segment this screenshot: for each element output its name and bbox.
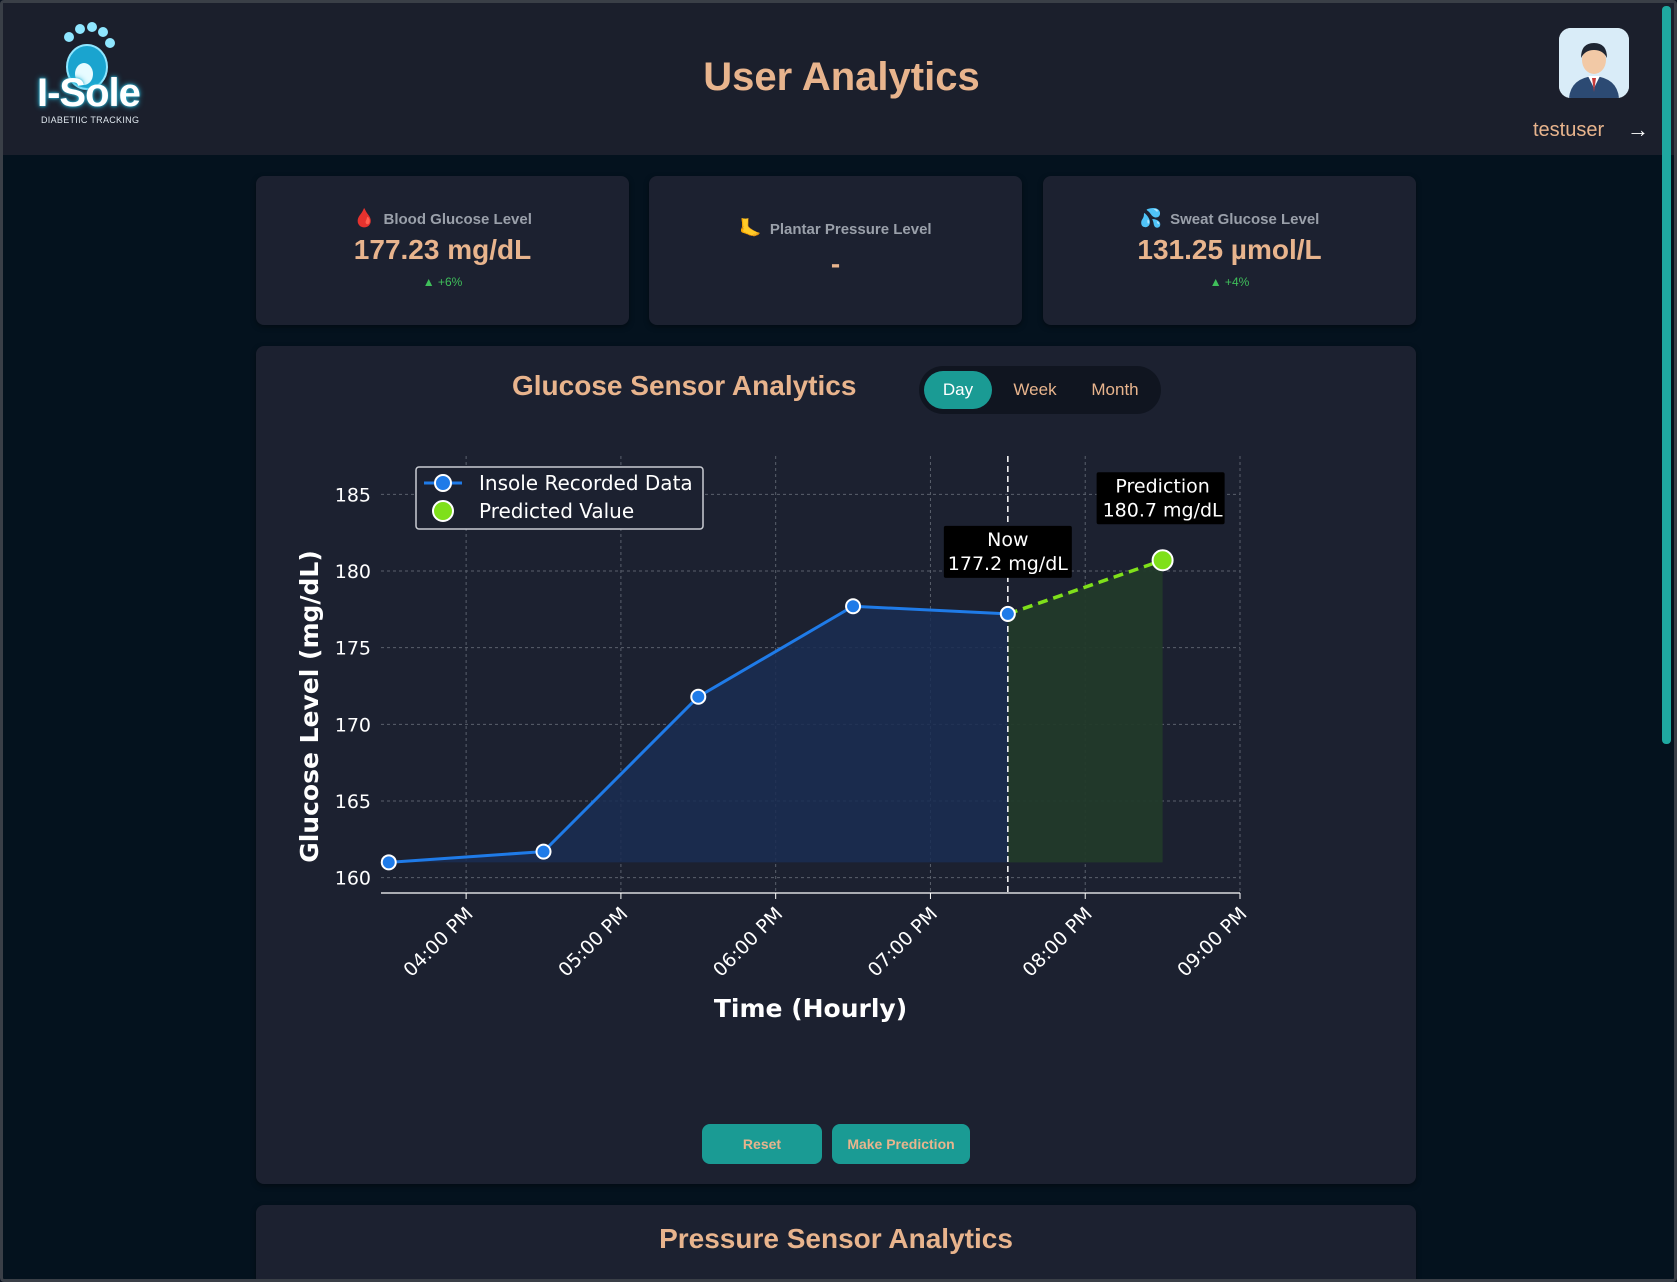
x-tick-label: 06:00 PM: [709, 903, 787, 981]
y-tick-label: 165: [335, 791, 371, 813]
period-toggle: Day Week Month: [919, 366, 1161, 414]
stat-label-sweat-glucose: 💦 Sweat Glucose Level: [1043, 208, 1416, 229]
annotation-text: 177.2 mg/dL: [948, 553, 1068, 575]
section-title-glucose: Glucose Sensor Analytics: [512, 370, 857, 401]
recorded-data-point: [999, 605, 1016, 622]
y-tick-label: 160: [335, 868, 371, 890]
page-title: User Analytics: [703, 55, 980, 99]
x-axis-label: Time (Hourly): [714, 994, 907, 1023]
recorded-data-point: [380, 854, 397, 871]
legend-label-predicted: Predicted Value: [479, 499, 634, 523]
recorded-area-fill: [388, 606, 1008, 863]
sweat-drops-icon: 💦: [1139, 208, 1163, 228]
header: I-Sole DIABETIIC TRACKING User Analytics…: [3, 3, 1674, 155]
x-tick-label: 05:00 PM: [554, 903, 632, 981]
tab-day[interactable]: Day: [924, 371, 992, 409]
legend-marker-predicted: [432, 500, 454, 522]
logo-subtitle: DIABETIIC TRACKING: [41, 115, 140, 125]
stat-change-sweat-glucose: ▲ +4%: [1209, 275, 1250, 289]
stat-label-text: Plantar Pressure Level: [769, 221, 932, 238]
recorded-data-point: [690, 688, 707, 705]
user-avatar-icon: [1559, 28, 1629, 98]
x-tick-label: 08:00 PM: [1019, 903, 1097, 981]
username: testuser: [1533, 119, 1605, 141]
stat-label-text: Blood Glucose Level: [383, 211, 532, 228]
tab-week[interactable]: Week: [999, 371, 1071, 409]
plantar-pressure-card: 🦶 Plantar Pressure Level -: [649, 176, 1022, 325]
blood-glucose-card: 🩸 Blood Glucose Level 177.23 mg/dL ▲ +6%: [256, 176, 629, 325]
stat-label-text: Sweat Glucose Level: [1170, 211, 1320, 228]
scrollbar[interactable]: [1662, 6, 1671, 744]
sweat-glucose-card: 💦 Sweat Glucose Level 131.25 µmol/L ▲ +4%: [1043, 176, 1416, 325]
stat-label-plantar-pressure: 🦶 Plantar Pressure Level: [649, 218, 1022, 239]
pressure-analytics-card: Pressure Sensor Analytics: [256, 1205, 1416, 1279]
x-tick-label: 04:00 PM: [399, 903, 477, 981]
logout-arrow-icon[interactable]: →: [1627, 117, 1649, 143]
stat-label-blood-glucose: 🩸 Blood Glucose Level: [256, 208, 629, 229]
prediction-annotation: Prediction180.7 mg/dL: [1096, 472, 1225, 525]
y-tick-label: 170: [335, 714, 371, 736]
glucose-chart: 160 165 170 175 180 185 04:00 PM 05:00 PM 06:00 …: [295, 456, 1252, 1023]
x-tick-label: 09:00 PM: [1173, 903, 1251, 981]
blood-drop-icon: 🩸: [353, 208, 376, 228]
section-title-pressure: Pressure Sensor Analytics: [659, 1223, 1013, 1254]
x-tick-label: 07:00 PM: [864, 903, 942, 981]
tab-month[interactable]: Month: [1074, 371, 1156, 409]
app-window: I-Sole DIABETIIC TRACKING User Analytics…: [0, 0, 1677, 1282]
stat-value-blood-glucose: 177.23 mg/dL: [353, 234, 532, 265]
y-tick-label: 185: [335, 484, 371, 506]
glucose-analytics-card: Glucose Sensor Analytics Day Week Month …: [256, 346, 1416, 1184]
legend-marker-recorded: [434, 474, 452, 492]
recorded-data-point: [535, 843, 552, 860]
make-prediction-button[interactable]: Make Prediction: [832, 1124, 970, 1164]
annotation-text: Prediction: [1115, 475, 1209, 497]
stat-change-blood-glucose: ▲ +6%: [422, 275, 463, 289]
predicted-data-point: [1151, 549, 1174, 572]
foot-icon: 🦶: [739, 218, 762, 238]
stat-value-plantar-pressure: -: [830, 248, 841, 279]
annotation-text: 180.7 mg/dL: [1103, 499, 1223, 521]
y-tick-label: 175: [335, 638, 371, 660]
annotation-text: Now: [987, 529, 1028, 551]
legend-label-recorded: Insole Recorded Data: [479, 471, 693, 495]
avatar[interactable]: [1559, 28, 1629, 98]
now-annotation: Now177.2 mg/dL: [943, 525, 1072, 578]
stat-value-sweat-glucose: 131.25 µmol/L: [1137, 234, 1322, 265]
y-tick-label: 180: [335, 561, 371, 583]
recorded-data-point: [845, 598, 862, 615]
reset-button[interactable]: Reset: [702, 1124, 822, 1164]
y-axis-label: Glucose Level (mg/dL): [295, 550, 324, 863]
